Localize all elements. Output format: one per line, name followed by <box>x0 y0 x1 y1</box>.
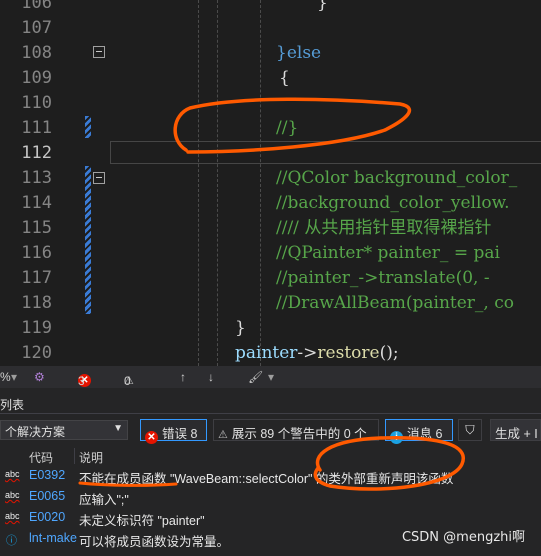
restore-call: restore <box>317 343 380 363</box>
error-count: 3 <box>78 374 85 388</box>
dropdown-icon[interactable]: ▾ <box>11 370 17 384</box>
else-keyword: }else <box>276 43 322 63</box>
error-description: 不能在成员函数 "WaveBeam::selectColor" 的类外部重新声明… <box>79 472 454 486</box>
line-number: 116 <box>21 243 52 263</box>
build-select-value: 生成 + I <box>495 427 538 441</box>
line-number: 107 <box>21 18 52 38</box>
collapse-icon[interactable] <box>93 172 105 184</box>
panel-title: 列表 <box>0 398 25 412</box>
code-line-114: //background_color_yellow. <box>276 193 510 213</box>
current-line-highlight <box>110 141 541 164</box>
line-number: 117 <box>21 268 52 288</box>
scope-select-value: 个解决方案 <box>5 425 66 439</box>
editor-status-bar: % ▾ ⚙ ✕ 3 ⚠ 0 ↑ ↓ 🖌 ▾ <box>0 366 541 388</box>
column-header-code[interactable]: 代码 <box>29 449 53 466</box>
line-number: 109 <box>21 68 52 88</box>
line-number: 106 <box>21 0 52 13</box>
scope-select[interactable]: 个解决方案 ▼ <box>0 420 128 440</box>
error-description: 应输入";" <box>79 493 129 507</box>
line-number: 114 <box>21 193 52 213</box>
warning-icon: ⚠ <box>218 429 228 441</box>
error-code-link[interactable]: E0392 <box>29 468 65 482</box>
column-separator[interactable] <box>74 448 75 464</box>
info-icon: i <box>390 431 403 444</box>
chevron-down-icon: ▼ <box>113 423 123 434</box>
intellisense-error-icon: abc <box>5 490 20 500</box>
messages-filter-label: 消息 6 <box>407 427 443 441</box>
errors-filter-label: 错误 8 <box>162 427 198 441</box>
previous-issue-icon[interactable]: ↑ <box>180 370 186 384</box>
error-list-toolbar: 个解决方案 ▼ ✕ 错误 8 ⚠ 展示 89 个警告中的 0 个 i 消息 6 ⛉ 生成… <box>0 419 541 444</box>
line-number: 119 <box>21 318 52 338</box>
collapse-icon[interactable] <box>93 46 105 58</box>
line-number: 110 <box>21 93 52 113</box>
line-number: 111 <box>21 118 52 138</box>
indent-guide <box>260 0 261 366</box>
watermark: CSDN @mengzhi啊 <box>401 530 525 545</box>
code-line-119: } <box>235 318 246 338</box>
warnings-filter-label: 展示 89 个警告中的 0 个 <box>231 427 367 441</box>
message-code-link[interactable]: lnt-make <box>29 531 77 545</box>
messages-filter-button[interactable]: i 消息 6 <box>385 419 453 444</box>
code-line-106: } <box>317 0 328 13</box>
zoom-level[interactable]: % <box>0 370 11 384</box>
error-row[interactable]: abc E0392 不能在成员函数 "WaveBeam::selectColor… <box>0 466 541 487</box>
call-parens: (); <box>379 343 399 363</box>
code-line-118: //DrawAllBeam(painter_, co <box>276 293 514 313</box>
code-line-111: //} <box>276 118 299 138</box>
indent-guide <box>217 0 218 366</box>
build-select[interactable]: 生成 + I <box>490 419 541 441</box>
filter-icon[interactable]: ⛉ <box>458 419 482 441</box>
error-description: 未定义标识符 "painter" <box>79 514 205 528</box>
arrow-operator: -> <box>297 343 318 363</box>
line-number: 108 <box>21 43 52 63</box>
message-description: 可以将成员函数设为常量。 <box>79 535 230 549</box>
errors-filter-button[interactable]: ✕ 错误 8 <box>140 419 207 444</box>
painter-identifier: painter <box>235 343 298 363</box>
copilot-icon[interactable]: ⚙ <box>34 370 45 384</box>
line-number-current: 112 <box>21 143 52 163</box>
line-number: 120 <box>21 343 52 363</box>
column-header-description[interactable]: 说明 <box>79 449 103 466</box>
error-code-link[interactable]: E0065 <box>29 489 65 503</box>
line-number: 118 <box>21 293 52 313</box>
divider <box>0 413 541 414</box>
info-icon: ⓘ <box>6 535 17 547</box>
change-marker <box>85 166 91 314</box>
error-row[interactable]: abc E0065 应输入";" <box>0 487 541 508</box>
code-line-117: //painter_->translate(0, - <box>276 268 490 288</box>
code-line-115: //// 从共用指针里取得裸指针 <box>276 218 492 238</box>
code-editor[interactable]: 106 107 108 109 110 111 112 113 114 115 … <box>0 0 541 366</box>
change-marker <box>85 116 91 138</box>
error-code-link[interactable]: E0020 <box>29 510 65 524</box>
next-issue-icon[interactable]: ↓ <box>208 370 214 384</box>
code-line-109: { <box>279 68 290 88</box>
warning-count: 0 <box>124 374 131 388</box>
intellisense-error-icon: abc <box>5 469 20 479</box>
code-line-116: //QPainter* painter_ = pai <box>276 243 500 263</box>
code-cleanup-icon[interactable]: 🖌 <box>248 370 263 384</box>
indent-guide <box>198 0 199 366</box>
code-line-120: painter->restore(); <box>235 341 399 366</box>
dropdown-icon[interactable]: ▾ <box>268 370 274 384</box>
line-number: 115 <box>21 218 52 238</box>
warnings-filter-button[interactable]: ⚠ 展示 89 个警告中的 0 个 <box>213 419 379 441</box>
line-number: 113 <box>21 168 52 188</box>
code-line-113: //QColor background_color_ <box>276 168 518 188</box>
error-icon: ✕ <box>145 431 158 444</box>
code-line-108: }else <box>276 41 321 66</box>
column-header-row: 代码 说明 <box>0 446 541 466</box>
intellisense-error-icon: abc <box>5 511 20 521</box>
